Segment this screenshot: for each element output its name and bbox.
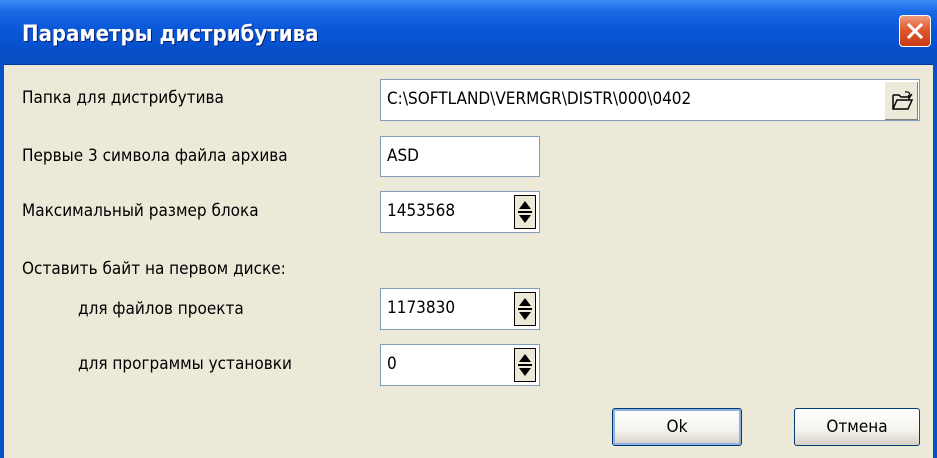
folder-field[interactable]: C:\SOFTLAND\VERMGR\DISTR\000\0402 (380, 79, 920, 121)
close-icon (906, 22, 924, 40)
prefix-field[interactable]: ASD (380, 136, 540, 177)
project-files-value: 1173830 (387, 298, 456, 318)
project-files-label: для файлов проекта (78, 299, 244, 319)
block-size-spin-buttons[interactable] (514, 195, 536, 229)
block-size-value: 1453568 (387, 201, 456, 221)
reserve-heading: Оставить байт на первом диске: (22, 259, 286, 279)
block-size-spinner[interactable]: 1453568 (380, 191, 540, 233)
ok-button[interactable]: Ok (612, 408, 742, 446)
setup-program-spinner[interactable]: 0 (380, 344, 540, 386)
browse-button[interactable] (884, 81, 918, 120)
setup-program-value: 0 (387, 354, 397, 374)
project-files-spin-buttons[interactable] (514, 292, 536, 326)
setup-program-label: для программы установки (78, 354, 292, 374)
prefix-value: ASD (387, 146, 419, 166)
spinner-arrows-icon (518, 298, 532, 320)
project-files-spinner[interactable]: 1173830 (380, 288, 540, 330)
prefix-label: Первые 3 символа файла архива (22, 146, 288, 166)
spinner-arrows-icon (518, 201, 532, 223)
cancel-button[interactable]: Отмена (794, 408, 920, 446)
window-frame-right (933, 64, 937, 458)
setup-program-spin-buttons[interactable] (514, 348, 536, 382)
close-button[interactable] (899, 15, 931, 47)
folder-label: Папка для дистрибутива (22, 88, 224, 108)
block-size-label: Максимальный размер блока (22, 201, 259, 221)
folder-open-icon (892, 91, 913, 110)
window-frame-left (0, 64, 4, 458)
window-title: Параметры дистрибутива (22, 22, 319, 47)
folder-value: C:\SOFTLAND\VERMGR\DISTR\000\0402 (387, 89, 692, 109)
title-bar: Параметры дистрибутива (0, 0, 937, 65)
spinner-arrows-icon (518, 354, 532, 376)
